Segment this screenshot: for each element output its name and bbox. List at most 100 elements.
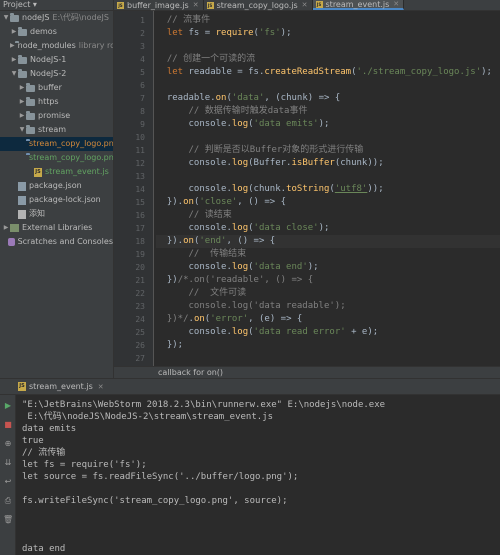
- code-token: 'data close': [253, 223, 319, 233]
- code-token: fs =: [188, 28, 216, 38]
- code-line: readable.on('data', (chunk) => {: [156, 92, 340, 105]
- code-line: let readable = fs.createReadStream('./st…: [156, 66, 492, 79]
- code-token: on: [183, 197, 194, 207]
- collapse-arrow-icon[interactable]: ▶: [18, 95, 26, 109]
- expand-arrow-icon[interactable]: ▼: [2, 11, 10, 25]
- js-file-icon: JS: [206, 1, 214, 9]
- code-token: log: [231, 262, 249, 272]
- collapse-arrow-icon[interactable]: ▶: [18, 109, 26, 123]
- code-token: );: [318, 223, 330, 233]
- stop-icon[interactable]: ■: [3, 420, 13, 430]
- tree-item[interactable]: Scratches and Consoles: [0, 235, 113, 249]
- expand-arrow-icon[interactable]: ▼: [18, 123, 26, 137]
- js-file-icon: JS: [18, 382, 26, 391]
- folder-icon: [26, 110, 35, 120]
- tree-item[interactable]: ▼ nodeJS E:\代码\nodeJS: [0, 11, 113, 25]
- code-token: on: [215, 93, 227, 103]
- library-icon: [10, 224, 19, 232]
- scroll-to-end-icon[interactable]: ⇊: [3, 458, 13, 468]
- code-token: // 读结束: [156, 210, 232, 220]
- line-number: 24: [135, 315, 145, 324]
- collapse-arrow-icon[interactable]: ▶: [10, 53, 18, 67]
- line-number: 2: [140, 29, 145, 38]
- project-panel-header[interactable]: Project ▾: [0, 0, 113, 11]
- line-number: 9: [140, 120, 145, 129]
- code-token: }).: [156, 197, 184, 207]
- collapse-arrow-icon[interactable]: ▶: [2, 221, 10, 235]
- line-number: 6: [140, 81, 145, 90]
- code-token: readable.: [156, 93, 216, 103]
- pin-icon[interactable]: ⊕: [3, 439, 13, 449]
- console-line: let fs = require('fs');: [22, 460, 147, 470]
- close-icon[interactable]: ✕: [98, 383, 104, 391]
- collapse-arrow-icon[interactable]: ▶: [18, 81, 26, 95]
- collapse-arrow-icon[interactable]: ▶: [10, 39, 15, 53]
- close-icon[interactable]: ✕: [193, 0, 199, 11]
- code-line: console.log('data close');: [156, 222, 330, 235]
- code-token: console.log('data readable');: [156, 301, 346, 311]
- line-number: 7: [140, 94, 145, 103]
- code-token: 'utf8': [334, 184, 368, 194]
- console-line: data end: [22, 544, 66, 554]
- tree-item[interactable]: package-lock.json: [0, 193, 113, 207]
- code-token: );: [280, 28, 292, 38]
- code-line: // 创建一个可读的流: [156, 53, 255, 66]
- tree-item-label: node_modules: [17, 41, 76, 50]
- tree-item[interactable]: ▶ https: [0, 95, 113, 109]
- code-token: );: [318, 119, 330, 129]
- expand-arrow-icon[interactable]: ▼: [10, 67, 18, 81]
- tree-item[interactable]: stream_copy_logo.png: [0, 151, 113, 165]
- run-tab[interactable]: JS stream_event.js ✕: [0, 382, 104, 391]
- json-file-icon: [18, 195, 26, 205]
- tree-item[interactable]: ▼ stream: [0, 123, 113, 137]
- code-area[interactable]: // 流事件 let fs = require('fs'); // 创建一个可读…: [156, 11, 500, 376]
- tree-item-label: buffer: [38, 83, 62, 92]
- tree-item-label: stream_copy_logo.png: [29, 139, 114, 148]
- tree-item[interactable]: ▼ NodeJS-2: [0, 67, 113, 81]
- code-token: });: [156, 340, 184, 350]
- tree-item[interactable]: 添知: [0, 207, 113, 221]
- editor-tab[interactable]: JS buffer_image.js ✕: [114, 0, 204, 10]
- close-icon[interactable]: ✕: [393, 0, 399, 10]
- clear-icon[interactable]: 🗑: [3, 515, 13, 525]
- tree-item[interactable]: ▶node_moduleslibrary root: [0, 39, 113, 53]
- code-token: // 创建一个可读的流: [156, 54, 256, 64]
- code-token: , (e) => {: [248, 314, 303, 324]
- code-token: (chunk.: [248, 184, 287, 194]
- close-icon[interactable]: ✕: [302, 0, 308, 11]
- editor-breadcrumb[interactable]: callback for on(): [114, 366, 500, 378]
- line-number: 8: [140, 107, 145, 116]
- line-number: 27: [135, 354, 145, 363]
- tree-item[interactable]: ▶ NodeJS-1: [0, 53, 113, 67]
- rerun-icon[interactable]: ▶: [3, 401, 13, 411]
- code-token: // 传输结束: [156, 249, 247, 259]
- editor-tab[interactable]: JS stream_event.js ✕: [312, 0, 405, 10]
- tree-item-label: NodeJS-1: [30, 55, 67, 64]
- code-token: , () => {: [226, 236, 276, 246]
- tree-item-label: https: [38, 97, 59, 106]
- line-number: 1: [140, 16, 145, 25]
- tree-item[interactable]: ▶ buffer: [0, 81, 113, 95]
- code-line: console.log('data end');: [156, 261, 319, 274]
- print-icon[interactable]: ⎙: [3, 496, 13, 506]
- tree-item[interactable]: ▶ promise: [0, 109, 113, 123]
- soft-wrap-icon[interactable]: ↩: [3, 477, 13, 487]
- js-file-icon: JS: [315, 0, 323, 8]
- line-number: 23: [135, 302, 145, 311]
- tree-item[interactable]: stream_copy_logo.png: [0, 137, 113, 151]
- line-number: 20: [135, 263, 145, 272]
- code-line: });: [156, 339, 183, 352]
- code-token: 'data read error': [253, 327, 346, 337]
- code-token: readable = fs.: [188, 67, 265, 77]
- code-token: 'data emits': [253, 119, 319, 129]
- tree-item[interactable]: ▶ demos: [0, 25, 113, 39]
- folder-icon: [10, 12, 19, 22]
- folder-icon: [26, 124, 35, 134]
- editor-tab[interactable]: JS stream_copy_logo.js ✕: [204, 0, 313, 10]
- tree-item[interactable]: package.json: [0, 179, 113, 193]
- code-token: (chunk));: [334, 158, 384, 168]
- collapse-arrow-icon[interactable]: ▶: [10, 25, 18, 39]
- code-line: console.log('data emits');: [156, 118, 330, 131]
- tree-item[interactable]: JS stream_event.js: [0, 165, 113, 179]
- tree-item[interactable]: ▶ External Libraries: [0, 221, 113, 235]
